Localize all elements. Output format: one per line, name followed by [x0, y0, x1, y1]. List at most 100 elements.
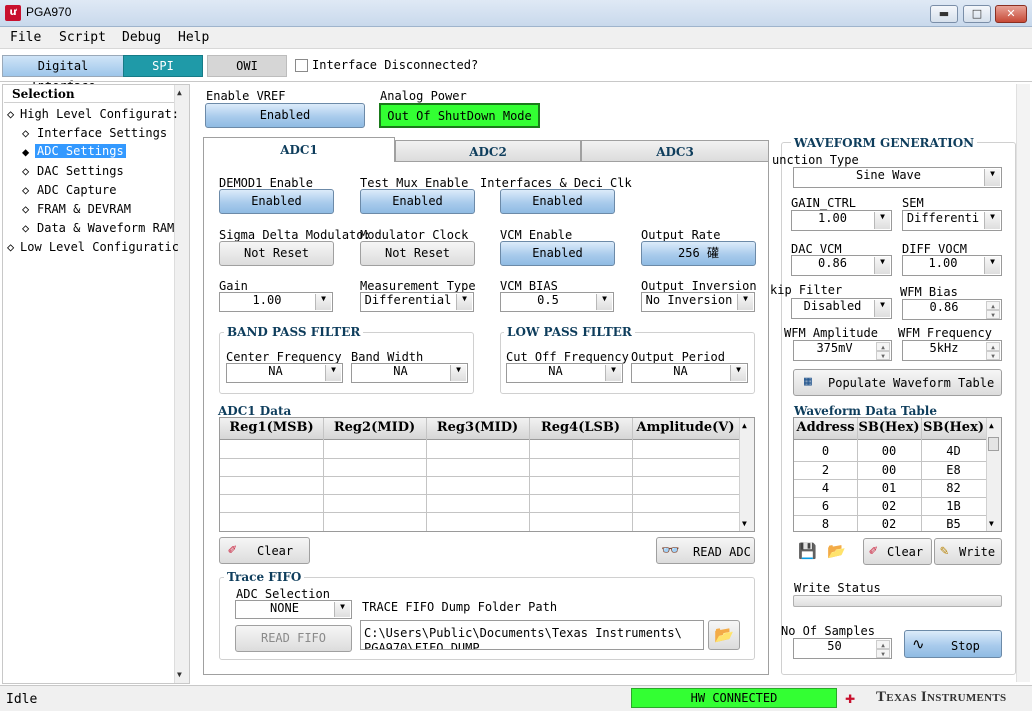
spin-down-icon[interactable]: ▼: [986, 310, 1000, 319]
menu-file[interactable]: File: [10, 30, 41, 45]
output-period-select[interactable]: NA ▼: [631, 363, 748, 383]
spin-down-icon[interactable]: ▼: [876, 351, 890, 360]
read-adc-button[interactable]: 👓 READ ADC: [656, 537, 755, 564]
save-icon[interactable]: 💾: [798, 542, 817, 560]
adc-selection-select[interactable]: NONE ▼: [235, 600, 352, 619]
clear-button[interactable]: ✐ Clear: [219, 537, 310, 564]
column-header: SB(Hex): [923, 420, 984, 435]
tree-item-low-level[interactable]: Low Level Configuratic: [20, 240, 179, 254]
tree-diamond-icon: ◇: [22, 202, 30, 216]
tab-owi[interactable]: OWI: [207, 55, 287, 77]
measurement-type-select[interactable]: Differential ▼: [360, 292, 474, 312]
write-button[interactable]: ✎ Write: [934, 538, 1002, 565]
tab-digital-interface[interactable]: Digital Interface: [2, 55, 124, 93]
table-scrollbar[interactable]: [986, 418, 1001, 531]
read-fifo-button[interactable]: READ FIFO: [235, 625, 352, 652]
skip-filter-select[interactable]: Disabled ▼: [791, 298, 892, 319]
table-row: [794, 461, 986, 462]
function-type-select[interactable]: Sine Wave ▼: [793, 167, 1002, 188]
adc1-data-table[interactable]: Reg1(MSB) Reg2(MID) Reg3(MID) Reg4(LSB) …: [219, 417, 755, 532]
scroll-down-icon[interactable]: ▼: [989, 519, 994, 528]
scroll-up-icon[interactable]: ▲: [177, 88, 182, 97]
waveform-data-table[interactable]: Address SB(Hex) SB(Hex) 0 00 4D 2 00 E8 …: [793, 417, 1002, 532]
analog-power-label: Analog Power: [380, 89, 467, 103]
menu-help[interactable]: Help: [178, 30, 209, 45]
tree-item-fram-devram[interactable]: FRAM & DEVRAM: [37, 202, 131, 216]
spin-up-icon[interactable]: ▲: [876, 342, 890, 351]
stop-button[interactable]: ∿ Stop: [904, 630, 1002, 658]
spin-up-icon[interactable]: ▲: [876, 640, 890, 649]
folder-open-icon[interactable]: 📂: [708, 620, 740, 650]
minimize-button[interactable]: ▬: [930, 5, 958, 23]
modulator-clock-button[interactable]: Not Reset: [360, 241, 475, 266]
scroll-up-icon[interactable]: ▲: [989, 421, 994, 430]
diff-vocm-select[interactable]: 1.00 ▼: [902, 255, 1002, 276]
cutoff-frequency-label: Cut Off Frequency: [506, 350, 629, 364]
wave-clear-button[interactable]: ✐ Clear: [863, 538, 932, 565]
table-cell: E8: [946, 463, 961, 477]
scroll-down-icon[interactable]: ▼: [742, 519, 747, 528]
table-cell: 4D: [946, 444, 961, 458]
wfm-frequency-spinner[interactable]: 5kHz ▲ ▼: [902, 340, 1002, 361]
vcm-enable-button[interactable]: Enabled: [500, 241, 615, 266]
tab-adc3[interactable]: ADC3: [581, 140, 769, 162]
wave-clear-label: Clear: [887, 545, 924, 559]
vcm-enable-label: VCM Enable: [500, 228, 573, 242]
center-frequency-select[interactable]: NA ▼: [226, 363, 343, 383]
fifo-path-field[interactable]: C:\Users\Public\Documents\Texas Instrume…: [360, 620, 704, 650]
close-button[interactable]: ✕: [995, 5, 1027, 23]
vcm-bias-select[interactable]: 0.5 ▼: [500, 292, 614, 312]
table-row: [794, 479, 986, 480]
tree-item-dac-settings[interactable]: DAC Settings: [37, 164, 124, 178]
sigma-delta-button[interactable]: Not Reset: [219, 241, 334, 266]
interface-disconnected-checkbox[interactable]: [295, 59, 308, 72]
gain-select[interactable]: 1.00 ▼: [219, 292, 333, 312]
maximize-button[interactable]: □: [963, 5, 991, 23]
test-mux-button[interactable]: Enabled: [360, 189, 475, 214]
table-scrollbar[interactable]: [739, 418, 754, 531]
cutoff-frequency-select[interactable]: NA ▼: [506, 363, 623, 383]
folder-open-icon[interactable]: 📂: [827, 542, 846, 560]
scroll-down-icon[interactable]: ▼: [177, 670, 182, 679]
spin-up-icon[interactable]: ▲: [986, 301, 1000, 310]
gain-ctrl-select[interactable]: 1.00 ▼: [791, 210, 892, 231]
tree-item-data-waveform-ram[interactable]: Data & Waveform RAM: [37, 221, 174, 235]
band-width-label: Band Width: [351, 350, 424, 364]
tab-spi[interactable]: SPI: [123, 55, 203, 77]
vref-label: Enable VREF: [206, 89, 286, 103]
tab-adc2[interactable]: ADC2: [395, 140, 581, 162]
vref-button[interactable]: Enabled: [205, 103, 365, 128]
sem-select[interactable]: Differenti ▼: [902, 210, 1002, 231]
tree-item-adc-settings[interactable]: ADC Settings: [35, 144, 126, 158]
column-header: Reg3(MID): [436, 420, 519, 435]
table-cell: 2: [821, 463, 830, 477]
spin-down-icon[interactable]: ▼: [986, 351, 1000, 360]
wfm-amplitude-spinner[interactable]: 375mV ▲ ▼: [793, 340, 892, 361]
scroll-thumb[interactable]: [988, 437, 999, 451]
main-scrollbar[interactable]: [1016, 84, 1030, 682]
output-inversion-select[interactable]: No Inversion ▼: [641, 292, 755, 312]
output-inversion-label: Output Inversion: [641, 279, 757, 293]
populate-waveform-button[interactable]: ▦ Populate Waveform Table: [793, 369, 1002, 396]
interfaces-deci-button[interactable]: Enabled: [500, 189, 615, 214]
tree-scrollbar[interactable]: [174, 85, 189, 683]
tree-item-high-level[interactable]: High Level Configurat:: [20, 107, 179, 121]
table-row: [220, 458, 739, 459]
menu-debug[interactable]: Debug: [122, 30, 161, 45]
read-adc-label: READ ADC: [693, 545, 751, 559]
app-logo-icon: ư: [5, 5, 21, 21]
tab-adc1[interactable]: ADC1: [203, 137, 395, 162]
band-width-select[interactable]: NA ▼: [351, 363, 468, 383]
tree-item-interface-settings[interactable]: Interface Settings: [37, 126, 167, 140]
demod1-button[interactable]: Enabled: [219, 189, 334, 214]
spin-down-icon[interactable]: ▼: [876, 649, 890, 658]
menu-script[interactable]: Script: [59, 30, 106, 45]
dac-vcm-select[interactable]: 0.86 ▼: [791, 255, 892, 276]
output-rate-button[interactable]: 256 礶: [641, 241, 756, 266]
wfm-bias-spinner[interactable]: 0.86 ▲ ▼: [902, 299, 1002, 320]
scroll-up-icon[interactable]: ▲: [742, 421, 747, 430]
spin-up-icon[interactable]: ▲: [986, 342, 1000, 351]
analog-power-button[interactable]: Out Of ShutDown Mode: [379, 103, 540, 128]
samples-spinner[interactable]: 50 ▲ ▼: [793, 638, 892, 659]
tree-item-adc-capture[interactable]: ADC Capture: [37, 183, 116, 197]
